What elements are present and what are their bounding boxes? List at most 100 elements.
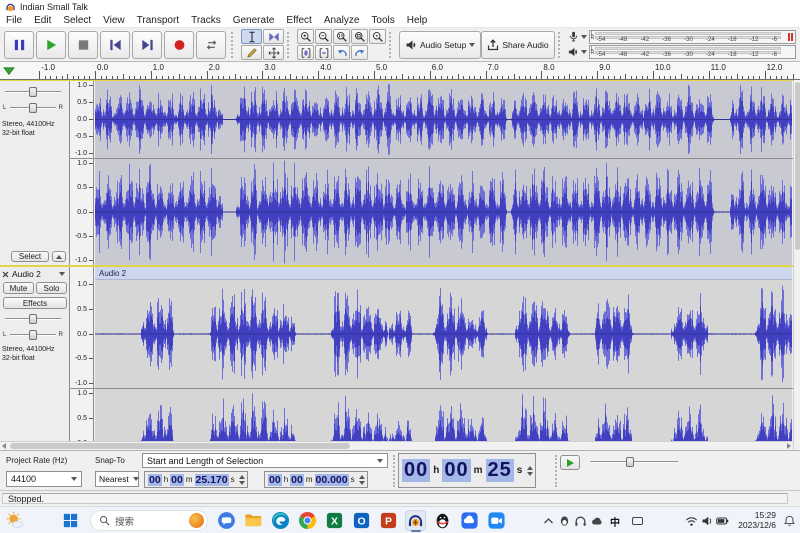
multi-tool-button[interactable]: [263, 45, 284, 60]
play-button[interactable]: [36, 30, 66, 59]
toolbar-grip[interactable]: [557, 31, 564, 58]
menu-item-file[interactable]: File: [0, 15, 28, 26]
battery-icon[interactable]: [715, 514, 729, 527]
vertical-ruler[interactable]: 1.00.50.0-0.5-1.0: [70, 280, 94, 388]
close-track-icon[interactable]: [2, 271, 9, 278]
loop-button[interactable]: [196, 30, 226, 59]
menu-item-view[interactable]: View: [97, 15, 131, 26]
taskbar-search[interactable]: 搜索: [90, 510, 208, 531]
play-at-speed-button[interactable]: [560, 455, 580, 470]
taskbar-app-edge-icon[interactable]: [270, 510, 291, 531]
undo-button[interactable]: [333, 45, 350, 60]
track-menu-caret-icon[interactable]: [59, 272, 65, 276]
recording-meter[interactable]: L R -54 -48 -42 -36 -30 -24 -18 -12 -6: [568, 30, 796, 44]
spinner[interactable]: [358, 474, 365, 485]
vertical-ruler[interactable]: 1.00.50.0-0.5-1.0: [70, 81, 94, 158]
wifi-icon[interactable]: [684, 514, 698, 527]
waveform-track1-left-channel[interactable]: [95, 81, 792, 158]
taskbar-app-outlook-icon[interactable]: O: [351, 510, 372, 531]
tray-qq-icon[interactable]: [557, 514, 571, 527]
skip-to-start-button[interactable]: [100, 30, 130, 59]
horizontal-scrollbar[interactable]: [0, 441, 793, 450]
menu-item-analyze[interactable]: Analyze: [318, 15, 366, 26]
search-highlight-icon[interactable]: [189, 513, 204, 528]
collapse-track-button[interactable]: [52, 251, 66, 262]
selection-tool-button[interactable]: [241, 29, 262, 44]
weather-widget[interactable]: [4, 510, 25, 531]
taskbar-app-qq-icon[interactable]: [432, 510, 453, 531]
gain-slider[interactable]: [3, 313, 63, 325]
project-rate-dropdown[interactable]: 44100: [6, 471, 82, 487]
toolbar-grip[interactable]: [287, 31, 293, 58]
taskbar-app-audacity-icon[interactable]: [405, 510, 426, 532]
playback-meter[interactable]: L R -54 -48 -42 -36 -30 -24 -18 -12 -6: [568, 45, 796, 59]
pan-slider[interactable]: L R: [3, 102, 63, 114]
toolbar-grip[interactable]: [231, 31, 237, 58]
selection-start-time-field[interactable]: 00 h 00 m 25.170 s: [144, 471, 248, 488]
waveform-track2-left-channel[interactable]: [95, 280, 792, 388]
solo-button[interactable]: Solo: [36, 282, 67, 294]
zoom-out-button[interactable]: [315, 29, 332, 44]
ime-indicator[interactable]: 中: [610, 514, 620, 529]
waveform-track2-right-channel[interactable]: [95, 389, 792, 441]
tray-chevron-up-icon[interactable]: [541, 514, 555, 527]
selection-length-time-field[interactable]: 00 h 00 m 00.000 s: [264, 471, 368, 488]
fit-project-button[interactable]: [351, 29, 368, 44]
fit-selection-button[interactable]: [333, 29, 350, 44]
vertical-ruler[interactable]: 1.00.50.0-0.5-1.0: [70, 159, 94, 265]
tray-headset-icon[interactable]: [573, 514, 587, 527]
waveform-track1-right-channel[interactable]: [95, 159, 792, 265]
gain-slider[interactable]: [3, 86, 63, 98]
scroll-right-arrow-icon[interactable]: [787, 443, 791, 449]
waveform-clip-container[interactable]: [95, 389, 792, 441]
scroll-left-arrow-icon[interactable]: [2, 443, 6, 449]
menu-item-tracks[interactable]: Tracks: [185, 15, 227, 26]
menu-item-generate[interactable]: Generate: [227, 15, 281, 26]
menu-item-select[interactable]: Select: [57, 15, 97, 26]
taskbar-app-powerpoint-icon[interactable]: P: [378, 510, 399, 531]
track-name[interactable]: Audio 2: [12, 269, 41, 279]
tray-cloud-icon[interactable]: [589, 514, 603, 527]
menu-item-edit[interactable]: Edit: [28, 15, 57, 26]
hscrollbar-thumb[interactable]: [10, 443, 350, 449]
envelope-tool-button[interactable]: [263, 29, 284, 44]
taskbar-app-excel-icon[interactable]: X: [324, 510, 345, 531]
volume-icon[interactable]: [700, 514, 714, 527]
vertical-ruler[interactable]: 1.00.50.0-0.5-1.0: [70, 389, 94, 441]
snap-to-dropdown[interactable]: Nearest: [95, 471, 139, 487]
play-speed-slider[interactable]: [588, 456, 680, 468]
taskbar-app-file-explorer-icon[interactable]: [243, 510, 264, 531]
selection-mode-dropdown[interactable]: Start and Length of Selection: [142, 453, 388, 468]
draw-tool-button[interactable]: [241, 45, 262, 60]
zoom-in-button[interactable]: [297, 29, 314, 44]
spinner[interactable]: [238, 474, 245, 485]
menu-item-effect[interactable]: Effect: [280, 15, 317, 26]
silence-audio-button[interactable]: [315, 45, 332, 60]
play-pin-icon[interactable]: [3, 67, 15, 75]
pause-button[interactable]: [4, 30, 34, 59]
taskbar-clock[interactable]: 15:29 2023/12/6: [738, 510, 776, 530]
toolbar-grip[interactable]: [389, 31, 395, 58]
effects-button[interactable]: Effects: [3, 297, 67, 309]
timeline-ruler[interactable]: -1.0 0.0 1.0 2.0 3.0 4.0 5.0 6.0 7.0 8.0 9.0 10.0 11…: [0, 62, 800, 80]
taskbar-app-chat-icon[interactable]: [216, 510, 237, 531]
spinner[interactable]: [527, 465, 534, 476]
notification-bell-icon[interactable]: [782, 514, 796, 527]
start-button[interactable]: [60, 510, 81, 531]
skip-to-end-button[interactable]: [132, 30, 162, 59]
redo-button[interactable]: [351, 45, 368, 60]
tray-keyboard-icon[interactable]: [630, 514, 644, 527]
select-button[interactable]: Select: [11, 251, 49, 262]
menu-item-tools[interactable]: Tools: [365, 15, 400, 26]
audio-setup-button[interactable]: Audio Setup: [399, 30, 482, 59]
taskbar-app-cloud-drive-icon[interactable]: [459, 510, 480, 531]
stop-button[interactable]: [68, 30, 98, 59]
pan-slider[interactable]: L R: [3, 329, 63, 341]
track2-control-panel[interactable]: Audio 2 Mute Solo Effects L R Stereo, 44…: [0, 267, 70, 441]
vertical-scrollbar[interactable]: [793, 80, 800, 450]
audio-position-display[interactable]: 00 h 00 m 25 s: [398, 453, 537, 488]
share-audio-button[interactable]: Share Audio: [481, 30, 555, 59]
record-button[interactable]: [164, 30, 194, 59]
menu-item-help[interactable]: Help: [401, 15, 434, 26]
track1-control-panel[interactable]: L R Stereo, 44100Hz 32-bit float Select: [0, 81, 70, 265]
